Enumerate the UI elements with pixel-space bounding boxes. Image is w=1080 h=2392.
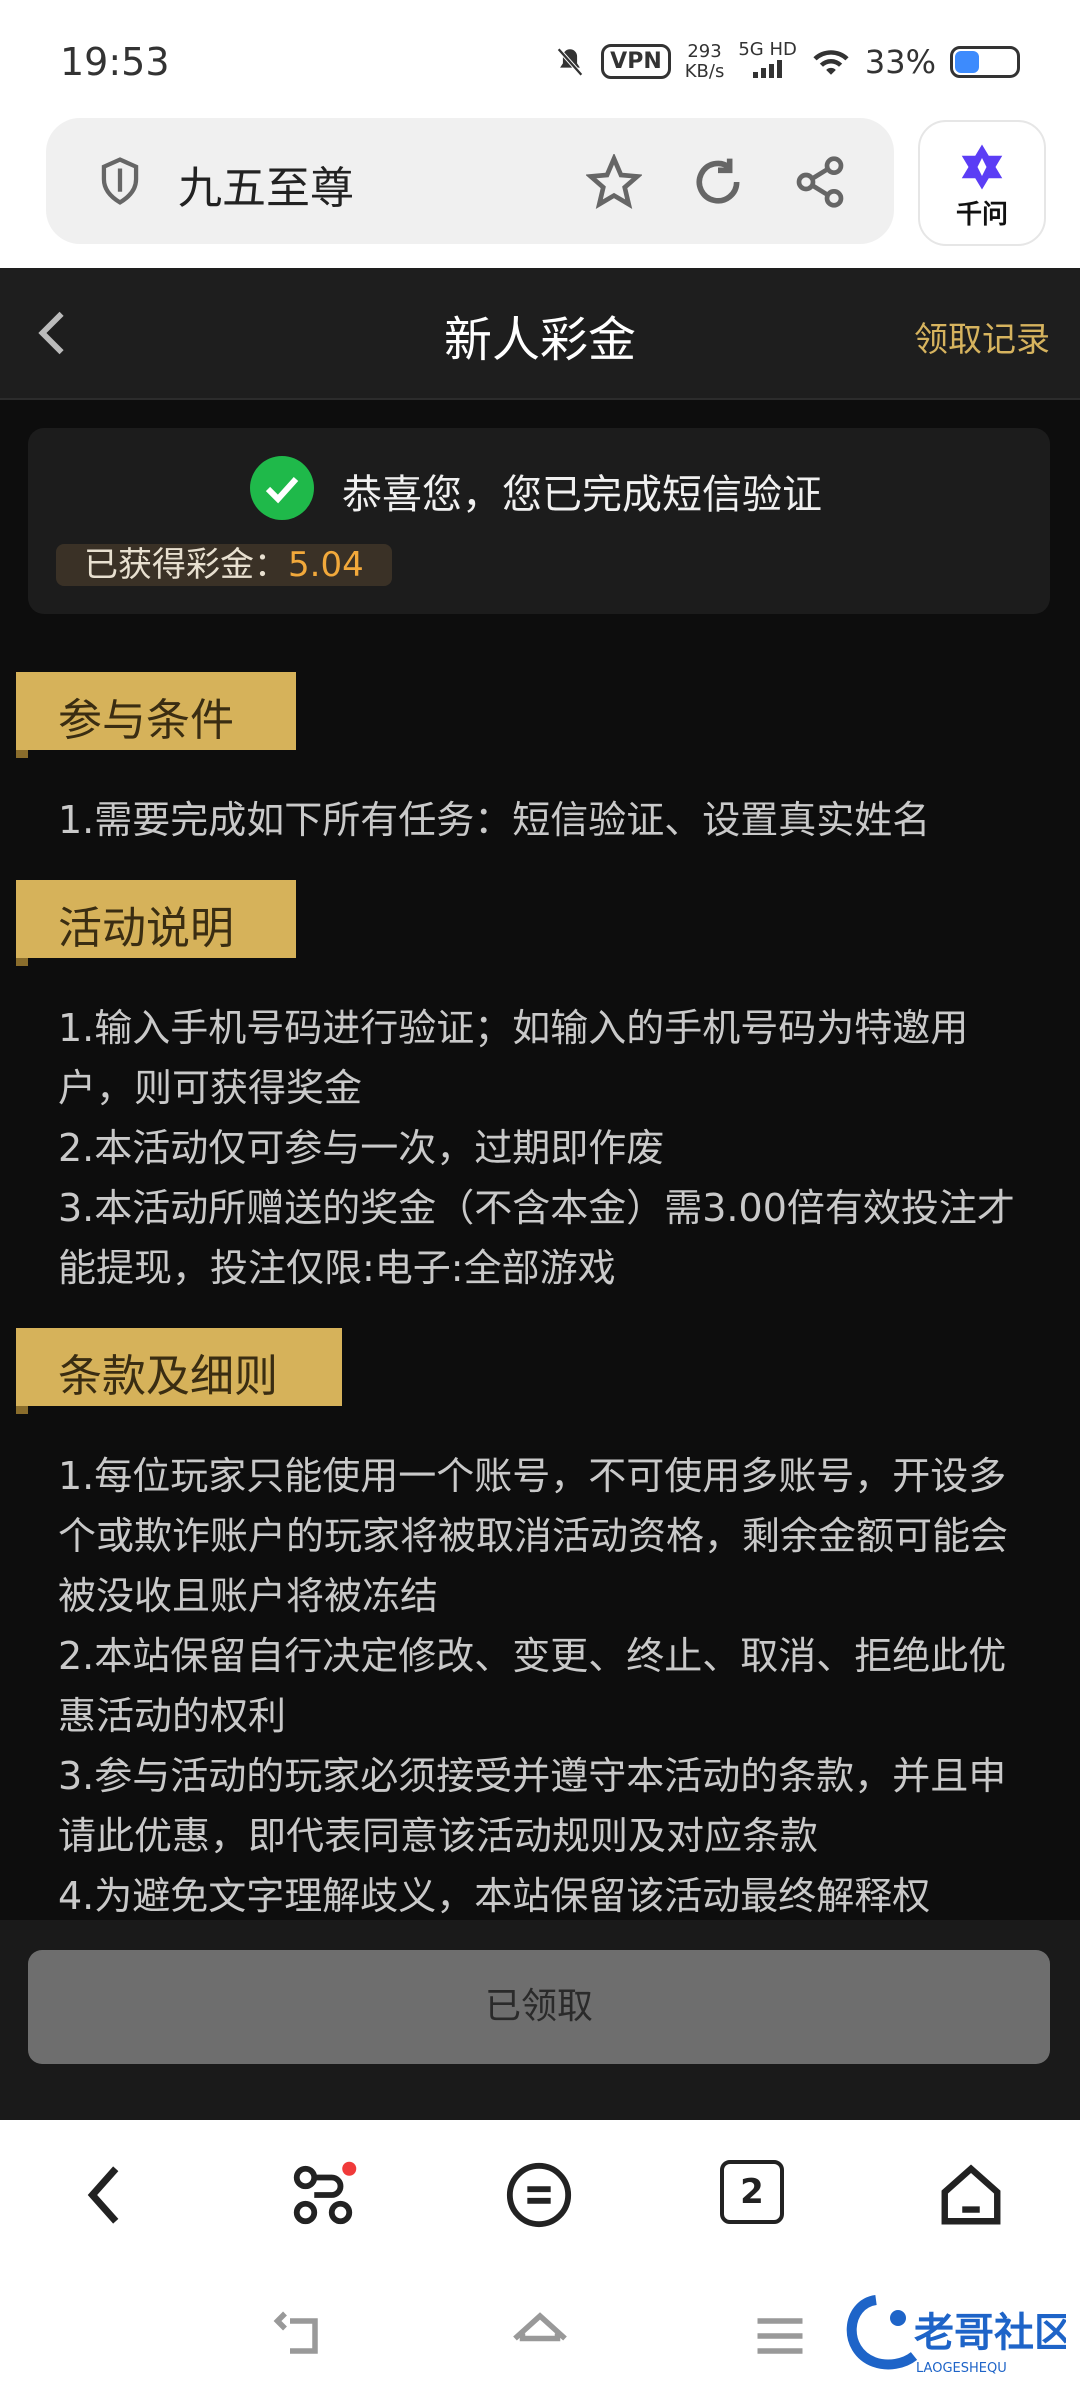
- section-tag-description: 活动说明: [16, 880, 296, 966]
- status-time: 19:53: [60, 40, 170, 84]
- network-type: 5G HD: [738, 40, 797, 83]
- verification-result-card: 恭喜您，您已完成短信验证 已获得彩金：5.04: [28, 428, 1050, 614]
- system-recents-icon[interactable]: [750, 2306, 810, 2366]
- terms-line: 1.每位玩家只能使用一个账号，不可使用多账号，开设多个或欺诈账户的玩家将被取消活…: [58, 1454, 1009, 1618]
- section-title-conditions: 参与条件: [58, 695, 234, 746]
- description-line: 1.输入手机号码进行验证；如输入的手机号码为特邀用户，则可获得奖金: [58, 1006, 969, 1110]
- success-message: 恭喜您，您已完成短信验证: [342, 472, 822, 518]
- watermark-subtext: LAOGESHEQU: [916, 2361, 1007, 2376]
- terms-line: 3.参与活动的玩家必须接受并遵守本活动的条款，并且申请此优惠，即代表同意该活动规…: [58, 1754, 1007, 1858]
- wifi-icon: [813, 49, 849, 75]
- qwen-logo-icon: [961, 144, 1003, 190]
- network-label: 5G HD: [738, 39, 797, 60]
- claimed-button[interactable]: 已领取: [28, 1950, 1050, 2064]
- description-line: 2.本活动仅可参与一次，过期即作废: [58, 1126, 665, 1170]
- watermark-logo: 老哥社区 LAOGESHEQU: [836, 2290, 1074, 2380]
- apps-hub-icon[interactable]: [288, 2160, 358, 2230]
- reload-icon[interactable]: [690, 154, 746, 210]
- browser-nav-bar: 2 老哥社区 LAOGESHEQU: [0, 2120, 1080, 2392]
- browser-back-icon[interactable]: [72, 2160, 142, 2230]
- qwen-label: 千问: [955, 200, 1008, 230]
- speed-value: 293: [687, 40, 722, 62]
- reward-label: 已获得彩金：: [84, 545, 288, 585]
- browser-toolbar: 九五至尊 千问: [0, 118, 1080, 268]
- success-check-icon: [250, 456, 314, 520]
- network-speed: 293 KB/s: [684, 40, 725, 82]
- battery-percent: 33%: [864, 42, 936, 81]
- tabs-count-icon[interactable]: 2: [720, 2160, 784, 2224]
- section-tag-conditions: 参与条件: [16, 672, 296, 758]
- section-title-description: 活动说明: [58, 903, 234, 954]
- vpn-badge: VPN: [601, 44, 671, 79]
- terms-line: 2.本站保留自行决定修改、变更、终止、取消、拒绝此优惠活动的权利: [58, 1634, 1007, 1738]
- section-tag-terms: 条款及细则: [16, 1328, 342, 1414]
- speed-unit: KB/s: [684, 60, 725, 82]
- system-home-icon[interactable]: [510, 2306, 570, 2366]
- bookmark-star-icon[interactable]: [586, 154, 642, 210]
- conditions-line: 1.需要完成如下所有任务：短信验证、设置真实姓名: [58, 798, 931, 842]
- section-title-terms: 条款及细则: [58, 1351, 278, 1402]
- home-icon[interactable]: [936, 2160, 1006, 2230]
- menu-icon[interactable]: [504, 2160, 574, 2230]
- status-bar: 19:53 VPN 293 KB/s 5G HD 33%: [0, 0, 1080, 118]
- share-icon[interactable]: [792, 154, 848, 210]
- terms-line: 4.为避免文字理解歧义，本站保留该活动最终解释权: [58, 1874, 931, 1918]
- reward-amount: 5.04: [288, 545, 364, 585]
- system-back-icon[interactable]: [270, 2306, 330, 2366]
- battery-icon: [950, 45, 1020, 78]
- signal-icon: [752, 60, 782, 78]
- terms-text: 1.每位玩家只能使用一个账号，不可使用多账号，开设多个或欺诈账户的玩家将被取消活…: [58, 1446, 1038, 1926]
- watermark-text: 老哥社区: [914, 2310, 1066, 2356]
- claim-dock: 已领取: [0, 1920, 1080, 2120]
- description-text: 1.输入手机号码进行验证；如输入的手机号码为特邀用户，则可获得奖金 2.本活动仅…: [58, 998, 1038, 1298]
- conditions-text: 1.需要完成如下所有任务：短信验证、设置真实姓名: [58, 790, 1038, 850]
- address-bar[interactable]: 九五至尊: [46, 118, 894, 244]
- mute-bell-icon: [557, 47, 584, 76]
- shield-icon[interactable]: [98, 156, 142, 206]
- reward-badge: 已获得彩金：5.04: [56, 544, 392, 586]
- url-text[interactable]: 九五至尊: [178, 152, 354, 216]
- qwen-assistant-button[interactable]: 千问: [918, 120, 1046, 246]
- description-line: 3.本活动所赠送的奖金（不含本金）需3.00倍有效投注才能提现，投注仅限:电子:…: [58, 1186, 1015, 1290]
- page-header: 新人彩金 领取记录: [0, 268, 1080, 400]
- status-icons: VPN 293 KB/s 5G HD 33%: [553, 40, 1020, 83]
- claim-records-link[interactable]: 领取记录: [914, 312, 1050, 361]
